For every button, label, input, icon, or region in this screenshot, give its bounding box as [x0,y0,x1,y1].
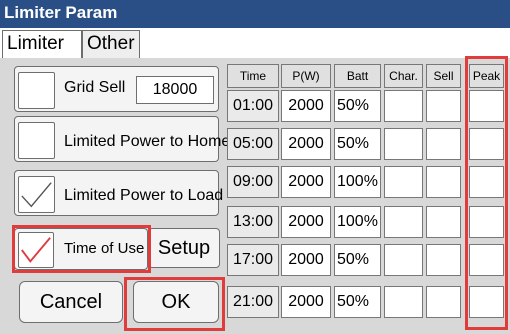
batt-cell[interactable]: 50% [334,128,381,160]
time-cell[interactable]: 13:00 [227,206,279,238]
power-cell[interactable]: 2000 [281,90,331,122]
batt-cell[interactable]: 100% [334,166,381,198]
header-sell: Sell [426,64,461,88]
check-icon [21,237,51,263]
tab-other[interactable]: Other [82,30,140,58]
sell-checkbox[interactable] [426,166,461,198]
power-cell[interactable]: 2000 [281,244,331,276]
limited-power-to-home-checkbox[interactable] [18,122,55,159]
batt-cell[interactable]: 50% [334,286,381,318]
time-of-use-label: Time of Use [64,240,145,257]
peak-checkbox[interactable] [469,166,504,198]
charge-checkbox[interactable] [384,166,423,198]
grid-sell-label: Grid Sell [64,79,126,96]
header-batt: Batt [334,64,381,88]
batt-cell[interactable]: 50% [334,90,381,122]
time-of-use-checkbox[interactable] [18,232,54,268]
header-time: Time [227,64,279,88]
power-cell[interactable]: 2000 [281,166,331,198]
setup-button[interactable]: Setup [148,228,220,268]
charge-checkbox[interactable] [384,90,423,122]
header-charge: Char. [384,64,423,88]
time-cell[interactable]: 01:00 [227,90,279,122]
grid-sell-checkbox[interactable] [18,72,55,109]
peak-checkbox[interactable] [469,244,504,276]
peak-checkbox[interactable] [469,128,504,160]
grid-sell-input[interactable]: 18000 [136,76,214,104]
batt-cell[interactable]: 50% [334,244,381,276]
cancel-button[interactable]: Cancel [19,281,123,323]
sell-checkbox[interactable] [426,90,461,122]
check-icon [21,182,52,208]
sell-checkbox[interactable] [426,286,461,318]
limited-power-to-load-checkbox[interactable] [18,176,55,213]
sell-checkbox[interactable] [426,128,461,160]
time-cell[interactable]: 09:00 [227,166,279,198]
window-title: Limiter Param [4,3,118,22]
peak-checkbox[interactable] [469,286,504,318]
sell-checkbox[interactable] [426,244,461,276]
limited-power-to-load-label: Limited Power to Load [64,187,224,204]
sell-checkbox[interactable] [426,206,461,238]
header-peak: Peak [469,64,504,88]
power-cell[interactable]: 2000 [281,286,331,318]
charge-checkbox[interactable] [384,128,423,160]
ok-button[interactable]: OK [133,281,219,323]
header-power: P(W) [281,64,331,88]
title-bar: Limiter Param [0,0,510,28]
time-cell[interactable]: 21:00 [227,286,279,318]
charge-checkbox[interactable] [384,244,423,276]
power-cell[interactable]: 2000 [281,128,331,160]
tab-limiter[interactable]: Limiter [2,30,82,58]
time-cell[interactable]: 05:00 [227,128,279,160]
peak-checkbox[interactable] [469,206,504,238]
charge-checkbox[interactable] [384,286,423,318]
peak-checkbox[interactable] [469,90,504,122]
batt-cell[interactable]: 100% [334,206,381,238]
power-cell[interactable]: 2000 [281,206,331,238]
time-cell[interactable]: 17:00 [227,244,279,276]
limited-power-to-home-label: Limited Power to Home [64,133,231,150]
tab-bar: Limiter Other [0,28,510,58]
charge-checkbox[interactable] [384,206,423,238]
